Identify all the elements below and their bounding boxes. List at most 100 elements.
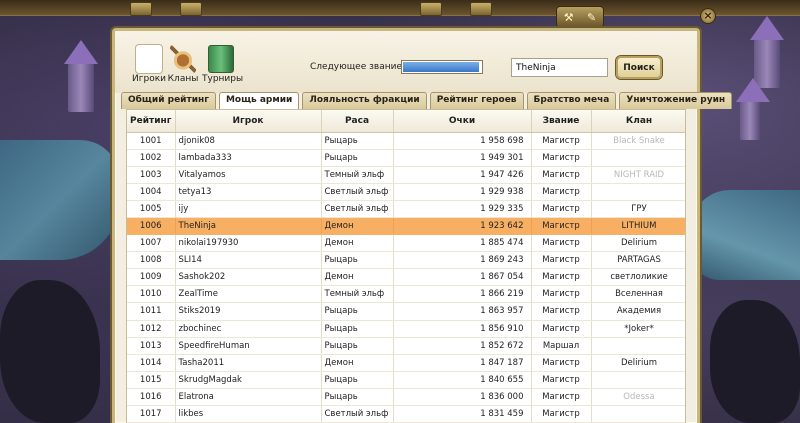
table-row[interactable]: 1011 Stiks2019 Рыцарь 1 863 957 Магистр Акаде… bbox=[127, 302, 685, 321]
table-row[interactable]: 1004 tetya13 Светлый эльф 1 929 938 Магистр bbox=[127, 183, 685, 201]
cell-player[interactable]: ijy bbox=[175, 200, 322, 218]
cell-clan[interactable]: Odessa bbox=[591, 388, 685, 407]
cell-player[interactable]: Elatrona bbox=[175, 388, 322, 407]
cell-clan[interactable] bbox=[591, 149, 685, 167]
table-row[interactable]: 1017 likbes Светлый эльф 1 831 459 Магистр bbox=[127, 405, 685, 423]
tools-icon[interactable]: ⚒ bbox=[564, 11, 574, 24]
background-river-right bbox=[690, 190, 800, 280]
table-row[interactable]: 1008 SLI14 Рыцарь 1 869 243 Магистр PARTAGAS bbox=[127, 251, 685, 270]
cell-player[interactable]: Vitalyamos bbox=[175, 166, 322, 184]
cell-player[interactable]: nikolai197930 bbox=[175, 234, 322, 253]
cell-player[interactable]: tetya13 bbox=[175, 183, 322, 201]
cell-clan[interactable]: Black Snake bbox=[591, 132, 685, 150]
header-rank[interactable]: Рейтинг bbox=[127, 110, 176, 133]
next-rank-progress-fill bbox=[403, 62, 479, 72]
cell-clan[interactable]: *Joker* bbox=[591, 320, 685, 338]
table-row[interactable]: 1016 Elatrona Рыцарь 1 836 000 Магистр Odessa bbox=[127, 388, 685, 407]
category-tournaments[interactable]: Турниры bbox=[202, 45, 244, 84]
cell-clan[interactable] bbox=[591, 405, 685, 423]
category-players[interactable]: Игроки bbox=[130, 44, 168, 84]
tab-5[interactable]: Уничтожение руин bbox=[619, 92, 733, 109]
cell-player[interactable]: TheNinja bbox=[175, 217, 322, 236]
cell-player[interactable]: Sashok202 bbox=[175, 268, 322, 287]
category-clans-label: Кланы bbox=[167, 74, 199, 84]
cell-title: Маршал bbox=[531, 337, 592, 355]
cell-title: Магистр bbox=[531, 251, 592, 270]
table-row[interactable]: 1002 lambada333 Рыцарь 1 949 301 Магистр bbox=[127, 149, 685, 167]
table-row[interactable]: 1007 nikolai197930 Демон 1 885 474 Магистр De… bbox=[127, 234, 685, 253]
cell-player[interactable]: SkrudgMagdak bbox=[175, 371, 322, 389]
cell-points: 1 867 054 bbox=[393, 268, 532, 287]
table-row[interactable]: 1010 ZealTime Темный эльф 1 866 219 Магистр В… bbox=[127, 285, 685, 304]
tab-4[interactable]: Братство меча bbox=[526, 92, 617, 109]
table-row[interactable]: 1013 SpeedfireHuman Рыцарь 1 852 672 Маршал bbox=[127, 337, 685, 355]
cell-clan[interactable]: Delirium bbox=[591, 234, 685, 253]
cell-player[interactable]: lambada333 bbox=[175, 149, 322, 167]
cell-player[interactable]: likbes bbox=[175, 405, 322, 423]
header-title[interactable]: Звание bbox=[531, 110, 592, 133]
table-header-row: Рейтинг Игрок Раса Очки Звание Клан bbox=[127, 110, 685, 133]
cell-player[interactable]: SpeedfireHuman bbox=[175, 337, 322, 355]
cell-points: 1 929 335 bbox=[393, 200, 532, 218]
cell-race: Светлый эльф bbox=[321, 405, 394, 423]
search-button[interactable]: Поиск bbox=[616, 56, 662, 79]
table-row[interactable]: 1015 SkrudgMagdak Рыцарь 1 840 655 Магистр bbox=[127, 371, 685, 389]
cell-player[interactable]: ZealTime bbox=[175, 285, 322, 304]
cell-clan[interactable]: PARTAGAS bbox=[591, 251, 685, 270]
cell-clan[interactable]: светлоликие bbox=[591, 268, 685, 287]
search-input[interactable] bbox=[511, 58, 608, 77]
cell-race: Демон bbox=[321, 354, 394, 372]
cell-clan[interactable] bbox=[591, 371, 685, 389]
cell-player[interactable]: djonik08 bbox=[175, 132, 322, 150]
header-player[interactable]: Игрок bbox=[175, 110, 322, 133]
header-clan[interactable]: Клан bbox=[591, 110, 685, 133]
cell-rank: 1008 bbox=[127, 251, 176, 270]
table-row[interactable]: 1005 ijy Светлый эльф 1 929 335 Магистр ГРУ bbox=[127, 200, 685, 218]
category-clans[interactable]: Кланы bbox=[164, 45, 202, 84]
cell-points: 1 836 000 bbox=[393, 388, 532, 407]
tab-0[interactable]: Общий рейтинг bbox=[121, 92, 216, 109]
cell-clan[interactable]: Delirium bbox=[591, 354, 685, 372]
cell-race: Демон bbox=[321, 268, 394, 287]
cell-points: 1 831 459 bbox=[393, 405, 532, 423]
header-race[interactable]: Раса bbox=[321, 110, 394, 133]
close-icon[interactable]: × bbox=[700, 8, 716, 24]
cell-rank: 1005 bbox=[127, 200, 176, 218]
table-row[interactable]: 1012 zbochinec Рыцарь 1 856 910 Магистр *Joke… bbox=[127, 320, 685, 338]
table-row[interactable]: 1003 Vitalyamos Темный эльф 1 947 426 Магист… bbox=[127, 166, 685, 184]
cell-title: Магистр bbox=[531, 320, 592, 338]
cell-title: Магистр bbox=[531, 371, 592, 389]
top-bar-button-4[interactable] bbox=[470, 2, 492, 16]
tab-2[interactable]: Лояльность фракции bbox=[302, 92, 427, 109]
cell-player[interactable]: zbochinec bbox=[175, 320, 322, 338]
tab-3[interactable]: Рейтинг героев bbox=[429, 92, 524, 109]
cell-clan[interactable]: ГРУ bbox=[591, 200, 685, 218]
table-row[interactable]: 1009 Sashok202 Демон 1 867 054 Магистр светло… bbox=[127, 268, 685, 287]
cell-points: 1 847 187 bbox=[393, 354, 532, 372]
top-bar-button-2[interactable] bbox=[180, 2, 202, 16]
tab-1[interactable]: Мощь армии bbox=[218, 92, 300, 110]
table-row[interactable]: 1014 Tasha2011 Демон 1 847 187 Магистр Deliri… bbox=[127, 354, 685, 372]
cell-clan[interactable] bbox=[591, 337, 685, 355]
cell-title: Магистр bbox=[531, 132, 592, 150]
cell-points: 1 947 426 bbox=[393, 166, 532, 184]
cell-player[interactable]: Tasha2011 bbox=[175, 354, 322, 372]
edit-icon[interactable]: ✎ bbox=[587, 11, 596, 24]
cell-clan[interactable] bbox=[591, 183, 685, 201]
table-row[interactable]: 1006 TheNinja Демон 1 923 642 Магистр LITHIUM bbox=[127, 217, 685, 236]
tournaments-icon bbox=[208, 45, 234, 73]
cell-clan[interactable]: Академия bbox=[591, 302, 685, 321]
cell-title: Магистр bbox=[531, 354, 592, 372]
cell-clan[interactable]: NIGHT RAID bbox=[591, 166, 685, 184]
top-bar-button-3[interactable] bbox=[420, 2, 442, 16]
cell-player[interactable]: Stiks2019 bbox=[175, 302, 322, 321]
category-tournaments-label: Турниры bbox=[202, 74, 244, 84]
cell-rank: 1017 bbox=[127, 405, 176, 423]
cell-player[interactable]: SLI14 bbox=[175, 251, 322, 270]
table-row[interactable]: 1001 djonik08 Рыцарь 1 958 698 Магистр Black … bbox=[127, 132, 685, 150]
cell-clan[interactable]: Вселенная bbox=[591, 285, 685, 304]
top-bar-button-1[interactable] bbox=[130, 2, 152, 16]
cell-points: 1 866 219 bbox=[393, 285, 532, 304]
cell-clan[interactable]: LITHIUM bbox=[591, 217, 685, 236]
header-points[interactable]: Очки bbox=[393, 110, 532, 133]
